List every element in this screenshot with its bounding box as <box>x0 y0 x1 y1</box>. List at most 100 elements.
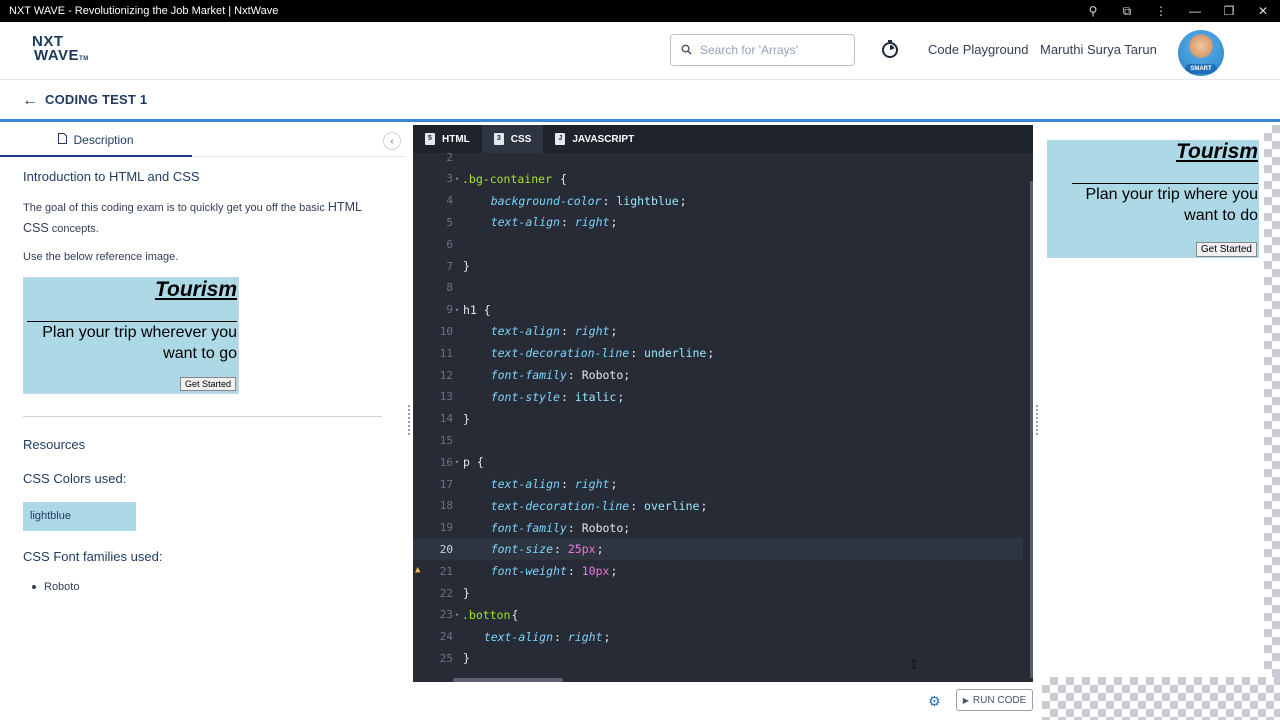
search-input[interactable]: Search for 'Arrays' <box>670 34 855 66</box>
code-token: text-align <box>490 324 560 339</box>
code-token: : <box>560 477 575 491</box>
code-playground-link[interactable]: Code Playground <box>928 42 1028 57</box>
tab-description[interactable]: Description <box>0 125 192 157</box>
preview-get-started-button[interactable]: Get Started <box>1195 242 1257 257</box>
fold-arrow-icon[interactable]: ▾ <box>453 611 461 619</box>
resize-grip-icon <box>1036 405 1038 435</box>
code-line[interactable]: 5 text-align: right; <box>413 211 1023 233</box>
nxtwave-logo[interactable]: NXT WAVETM <box>32 34 94 67</box>
code-line[interactable]: 25} <box>413 647 1023 669</box>
window-titlebar: NXT WAVE - Revolutionizing the Job Marke… <box>0 0 1280 22</box>
code-token: : <box>554 629 568 644</box>
divider <box>23 416 382 417</box>
code-token: 10 <box>581 564 596 579</box>
play-icon: ▶ <box>962 695 969 705</box>
zoom-icon[interactable]: ⚲ <box>1076 0 1110 22</box>
line-number: 12 <box>439 368 453 382</box>
warning-icon[interactable]: ▲ <box>415 565 420 575</box>
code-line[interactable]: 12 font-family: Roboto; <box>413 364 1023 386</box>
code-text: font-family: Roboto; <box>461 368 630 382</box>
resize-grip-icon <box>408 405 410 435</box>
more-menu-icon[interactable]: ⋮ <box>1144 0 1178 22</box>
line-number: 2 <box>446 150 453 164</box>
avatar[interactable]: SMART <box>1178 30 1224 76</box>
minimize-button[interactable]: — <box>1178 0 1212 22</box>
code-line[interactable]: 19 font-family: Roboto; <box>413 517 1023 539</box>
fold-arrow-icon[interactable]: ▾ <box>453 306 461 314</box>
fold-arrow-icon[interactable]: ▾ <box>453 175 461 183</box>
collapse-panel-button[interactable]: ‹ <box>383 132 401 150</box>
back-arrow-icon[interactable]: ← <box>22 92 38 110</box>
code-line[interactable]: 4 background-color: lightblue; <box>413 190 1023 212</box>
code-token: h1 { <box>463 302 491 317</box>
close-button[interactable]: ✕ <box>1246 0 1280 22</box>
code-token: px <box>595 564 610 579</box>
code-token: : <box>560 324 575 339</box>
code-text: p { <box>461 455 484 469</box>
run-code-button[interactable]: ▶ RUN CODE <box>956 689 1033 711</box>
description-panel: Description ‹ Introduction to HTML and C… <box>0 125 405 720</box>
code-line[interactable]: 18 text-decoration-line: overline; <box>413 495 1023 517</box>
line-number: 23 <box>439 608 453 622</box>
code-line[interactable]: 3 ▾ .bg-container { <box>413 168 1023 190</box>
fold-arrow-icon[interactable]: ▾ <box>453 458 461 466</box>
logo-line2: WAVETM <box>32 48 94 66</box>
code-line[interactable]: 20 font-size: 25px; <box>413 538 1023 561</box>
code-line[interactable]: 16 ▾ p { <box>413 451 1023 473</box>
code-text: font-size: 25px; <box>461 542 604 556</box>
preview-paragraph: Plan your trip where you want to do <box>1072 183 1258 226</box>
code-line[interactable]: 6 <box>413 233 1023 255</box>
code-token: } <box>463 586 470 600</box>
line-number: 5 <box>446 215 453 229</box>
code-line[interactable]: 13 font-style: italic; <box>413 386 1023 408</box>
code-line[interactable]: 17 text-align: right; <box>413 473 1023 495</box>
code-token: { <box>553 171 567 186</box>
code-line[interactable]: 21 ▲ font-weight: 10px; <box>413 560 1023 582</box>
line-number: 4 <box>446 194 453 208</box>
user-name[interactable]: Maruthi Surya Tarun <box>1040 42 1157 57</box>
code-token: : <box>560 215 575 230</box>
line-number: 11 <box>439 346 453 360</box>
code-line[interactable]: 11 text-decoration-line: underline; <box>413 342 1023 364</box>
code-line[interactable]: 10 text-align: right; <box>413 320 1023 342</box>
code-line[interactable]: 23 ▾ .botton{ <box>413 604 1023 626</box>
gear-icon[interactable]: ⚙ <box>928 693 941 710</box>
code-token: italic <box>574 389 617 404</box>
code-token: font-family <box>490 368 567 382</box>
code-token: text-align <box>483 629 554 644</box>
extensions-icon[interactable]: ⧉ <box>1110 0 1144 22</box>
restore-button[interactable]: ❐ <box>1212 0 1246 22</box>
left-resize-handle[interactable] <box>405 125 413 720</box>
code-line[interactable]: 9 ▾ h1 { <box>413 299 1023 321</box>
code-line[interactable]: 2 <box>413 146 1023 168</box>
line-number: 10 <box>439 324 453 338</box>
code-line[interactable]: 14} <box>413 408 1023 430</box>
line-number: 17 <box>439 477 453 491</box>
code-area[interactable]: 2 3 ▾ .bg-container {4 background-color: li… <box>413 151 1023 678</box>
right-resize-handle[interactable] <box>1033 125 1042 720</box>
code-token: text-align <box>490 477 560 491</box>
code-token: font-weight <box>490 564 567 579</box>
code-token: ; <box>700 498 708 513</box>
color-swatch-lightblue: lightblue <box>23 502 136 531</box>
code-line[interactable]: 15 <box>413 429 1023 451</box>
code-line[interactable]: 7} <box>413 255 1023 277</box>
code-token: text-decoration-line <box>490 498 630 513</box>
code-token: p { <box>463 455 484 470</box>
code-text: } <box>461 651 470 665</box>
code-line[interactable]: 24 text-align: right; <box>413 626 1023 648</box>
line-number: 3 <box>446 172 453 186</box>
code-text: text-decoration-line: underline; <box>461 346 715 360</box>
code-text: } <box>461 259 470 273</box>
text-cursor-icon: I <box>910 658 918 672</box>
code-token: font-style <box>490 389 560 404</box>
intro-html: HTML <box>327 200 362 214</box>
code-line[interactable]: 22} <box>413 582 1023 604</box>
stopwatch-icon[interactable] <box>880 39 900 59</box>
code-line[interactable]: 8 <box>413 277 1023 299</box>
code-token: ; <box>610 564 618 579</box>
